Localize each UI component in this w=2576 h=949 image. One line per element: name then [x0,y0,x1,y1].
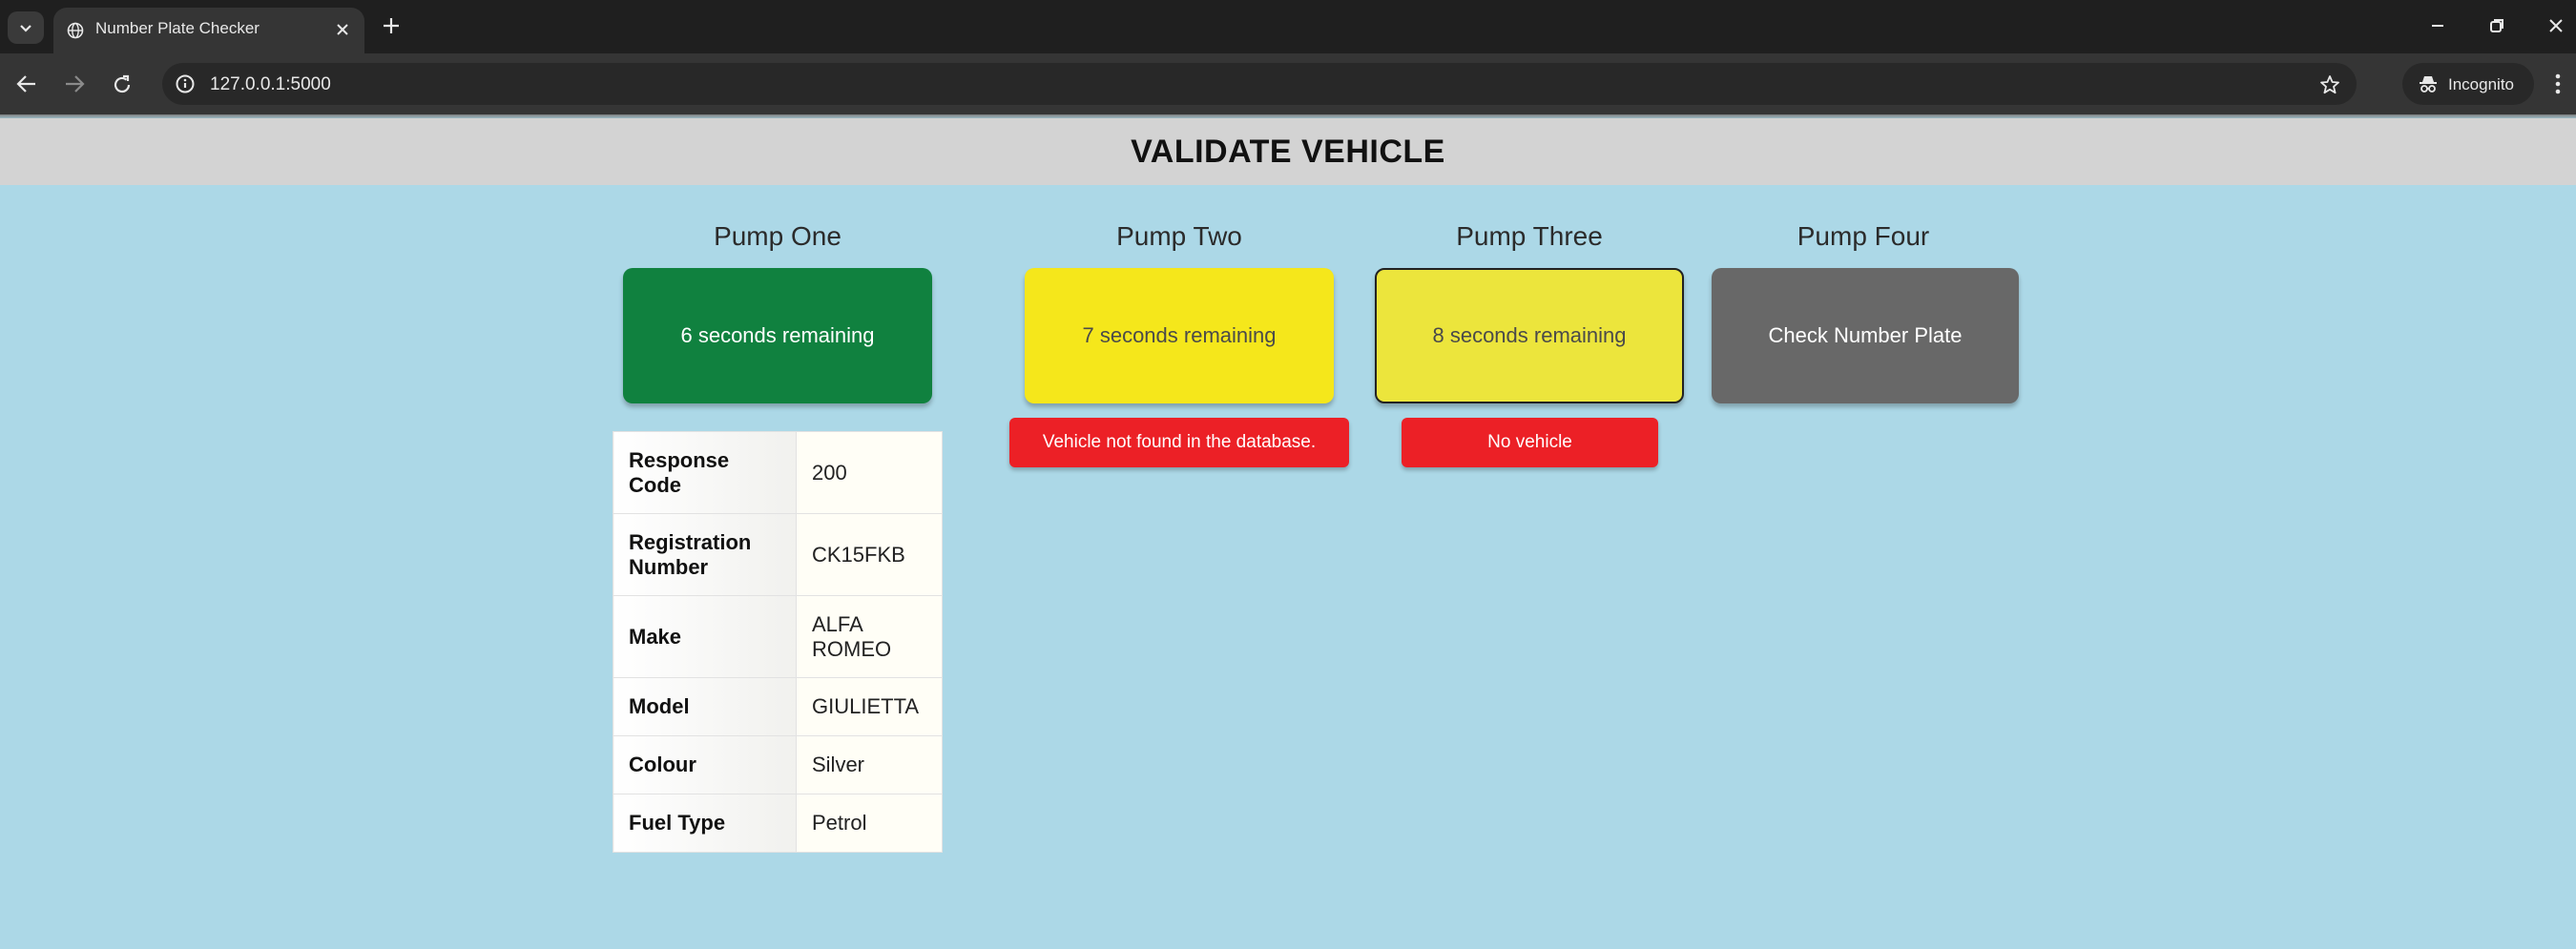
detail-value: Petrol [796,794,943,853]
incognito-label: Incognito [2448,75,2514,93]
pump-three-button[interactable]: 8 seconds remaining [1375,268,1684,403]
vehicle-details-table: Response Code 200 Registration Number CK… [613,431,943,853]
table-row: Make ALFA ROMEO [613,595,943,678]
detail-label: Colour [613,735,797,794]
table-row: Response Code 200 [613,431,943,514]
detail-value: ALFA ROMEO [796,595,943,678]
pump-two-title: Pump Two [1116,221,1242,251]
pump-two-button[interactable]: 7 seconds remaining [1025,268,1334,403]
detail-value: 200 [796,431,943,514]
page-title: VALIDATE VEHICLE [1131,133,1445,170]
new-tab-icon[interactable] [380,14,403,37]
url-text[interactable]: 127.0.0.1:5000 [210,74,331,95]
tab-search-button[interactable] [8,11,44,44]
table-row: Registration Number CK15FKB [613,513,943,596]
browser-toolbar: 127.0.0.1:5000 Incognito [0,53,2576,114]
detail-label: Fuel Type [613,794,797,853]
more-menu-icon[interactable] [2553,72,2563,95]
pump-one-title: Pump One [714,221,841,251]
detail-label: Registration Number [613,513,797,596]
tab-title: Number Plate Checker [95,19,260,37]
pump-four-title: Pump Four [1797,221,1930,251]
back-icon[interactable] [15,73,38,94]
site-info-icon[interactable] [175,73,196,94]
detail-label: Response Code [613,431,797,514]
chevron-down-icon [20,25,31,32]
forward-icon[interactable] [63,73,86,94]
pump-three-title: Pump Three [1456,221,1603,251]
incognito-icon [2420,76,2437,93]
incognito-indicator[interactable]: Incognito [2402,63,2534,105]
restore-icon[interactable] [2486,15,2507,36]
detail-value: CK15FKB [796,513,943,596]
close-icon[interactable] [334,21,351,38]
table-row: Colour Silver [613,735,943,794]
detail-value: Silver [796,735,943,794]
reload-icon[interactable] [111,73,134,96]
globe-icon [67,22,84,39]
address-bar[interactable]: 127.0.0.1:5000 [162,63,2357,105]
pump-one-button[interactable]: 6 seconds remaining [623,268,932,403]
detail-value: GIULIETTA [796,677,943,736]
bookmark-star-icon[interactable] [2318,73,2341,96]
detail-label: Model [613,677,797,736]
browser-tab[interactable]: Number Plate Checker [53,8,364,53]
page-header: VALIDATE VEHICLE [0,118,2576,185]
pump-three-error-message: No vehicle [1402,418,1658,467]
pump-two-error-message: Vehicle not found in the database. [1009,418,1349,467]
browser-tab-bar: Number Plate Checker [0,0,2576,53]
close-window-icon[interactable] [2545,15,2566,36]
table-row: Model GIULIETTA [613,677,943,736]
minimize-icon[interactable] [2427,15,2448,36]
table-row: Fuel Type Petrol [613,794,943,853]
detail-label: Make [613,595,797,678]
pump-four-button[interactable]: Check Number Plate [1712,268,2019,403]
